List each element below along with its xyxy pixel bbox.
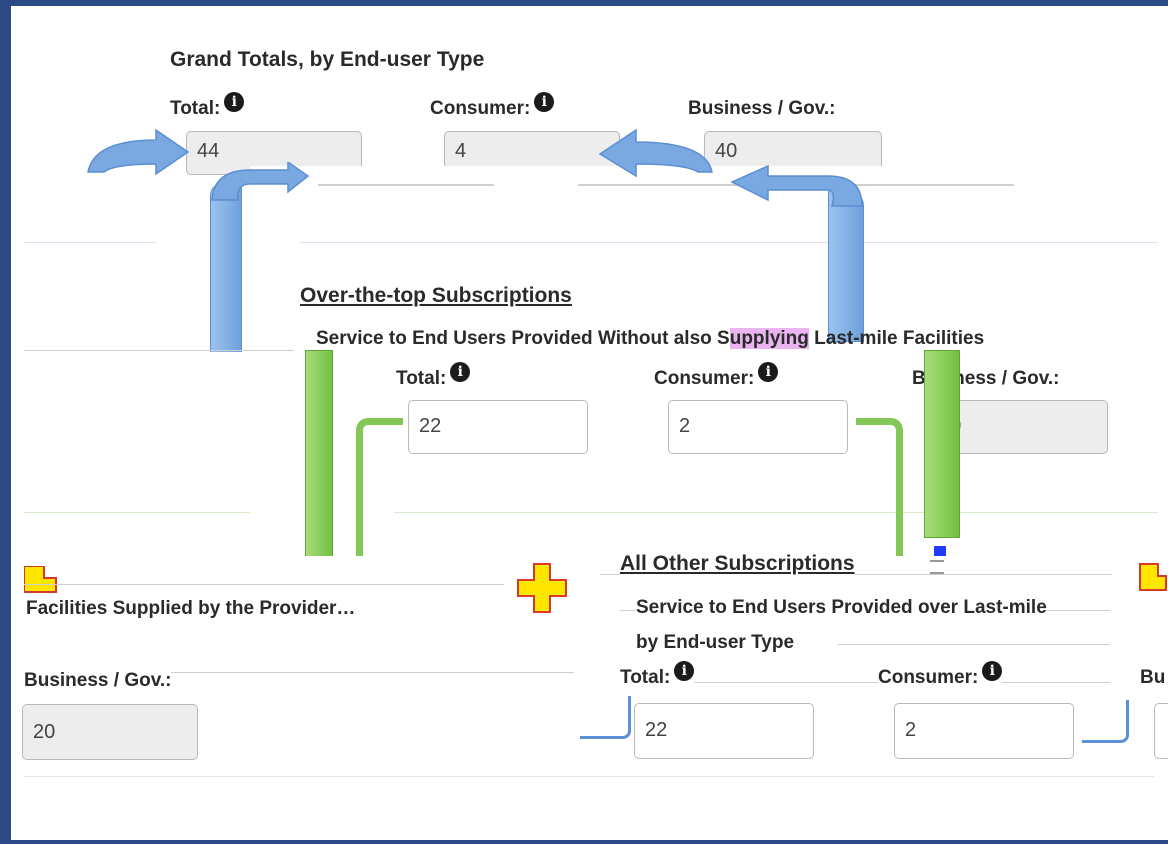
left-subtitle: Facilities Supplied by the Provider… <box>26 598 356 619</box>
overlay-panel <box>11 352 303 552</box>
other-total-label-text: Total: <box>620 667 671 688</box>
grand-total-label-text: Total: <box>170 98 221 119</box>
other-total-field[interactable]: 22 <box>634 703 814 759</box>
divider <box>24 350 294 351</box>
info-icon[interactable]: i <box>982 661 1003 681</box>
other-subtitle-line2: by End-user Type <box>636 632 795 654</box>
info-icon[interactable]: i <box>534 92 555 112</box>
divider <box>838 644 1110 645</box>
grand-total-label: Total: i <box>170 92 245 120</box>
arrow-icon <box>305 350 333 557</box>
arrow-icon <box>87 128 190 176</box>
grand-business-label: Business / Gov.: <box>688 98 835 120</box>
left-business-field[interactable]: 20 <box>22 704 198 760</box>
arrow-icon <box>211 162 310 201</box>
grand-consumer-label: Consumer: i <box>430 92 555 120</box>
divider <box>24 584 504 585</box>
ott-subtitle-highlight: upplying <box>729 328 809 349</box>
other-subtitle-line1: Service to End Users Provided over Last-… <box>636 597 1047 619</box>
left-business-label-text: Business / Gov.: <box>24 670 172 691</box>
ott-total-label-text: Total: <box>396 368 447 389</box>
arrow-icon <box>828 190 864 342</box>
arrow-icon <box>730 164 863 207</box>
other-consumer-label: Consumer: i <box>878 661 1003 689</box>
grand-consumer-label-text: Consumer: <box>430 98 531 119</box>
other-business-field[interactable] <box>1154 703 1168 759</box>
ott-consumer-field[interactable]: 2 <box>668 400 848 454</box>
ott-consumer-label: Consumer: i <box>654 362 779 390</box>
ott-total-field[interactable]: 22 <box>408 400 588 454</box>
bracket-connector <box>356 418 403 575</box>
other-consumer-label-text: Consumer: <box>878 667 979 688</box>
separator-line <box>24 776 1154 777</box>
arrow-icon <box>210 182 242 354</box>
plus-marker-icon <box>517 563 567 613</box>
info-icon[interactable]: i <box>450 362 471 382</box>
arrow-icon <box>924 350 960 538</box>
other-business-label: Bu <box>1140 667 1166 688</box>
divider <box>318 184 494 186</box>
ott-subtitle-b: Last-mile Facilities <box>808 328 985 349</box>
separator-line <box>394 512 1158 513</box>
bracket-connector <box>580 696 631 739</box>
other-consumer-field[interactable]: 2 <box>894 703 1074 759</box>
arrow-icon <box>598 128 713 178</box>
bracket-connector <box>1082 700 1129 743</box>
ott-total-label: Total: i <box>396 362 471 390</box>
plus-marker-icon <box>1139 563 1167 591</box>
bracket-connector <box>856 418 903 575</box>
info-icon[interactable]: i <box>224 92 245 112</box>
grand-business-label-text: Business / Gov.: <box>688 98 836 119</box>
grand-totals-heading: Grand Totals, by End-user Type <box>170 48 485 71</box>
divider-icon <box>930 560 944 574</box>
ott-consumer-label-text: Consumer: <box>654 368 755 389</box>
other-total-label: Total: i <box>620 661 695 689</box>
left-business-label: Business / Gov.: <box>24 670 172 692</box>
ott-subtitle-a: Service to End Users Provided Without al… <box>316 328 730 349</box>
separator-line <box>24 512 250 513</box>
info-icon[interactable]: i <box>674 661 695 681</box>
info-icon[interactable]: i <box>758 362 779 382</box>
other-heading: All Other Subscriptions <box>620 552 855 576</box>
separator-line <box>24 242 156 243</box>
ott-heading: Over-the-top Subscriptions <box>300 284 572 307</box>
separator-line <box>300 242 1158 243</box>
ott-subtitle: Service to End Users Provided Without al… <box>316 328 984 350</box>
